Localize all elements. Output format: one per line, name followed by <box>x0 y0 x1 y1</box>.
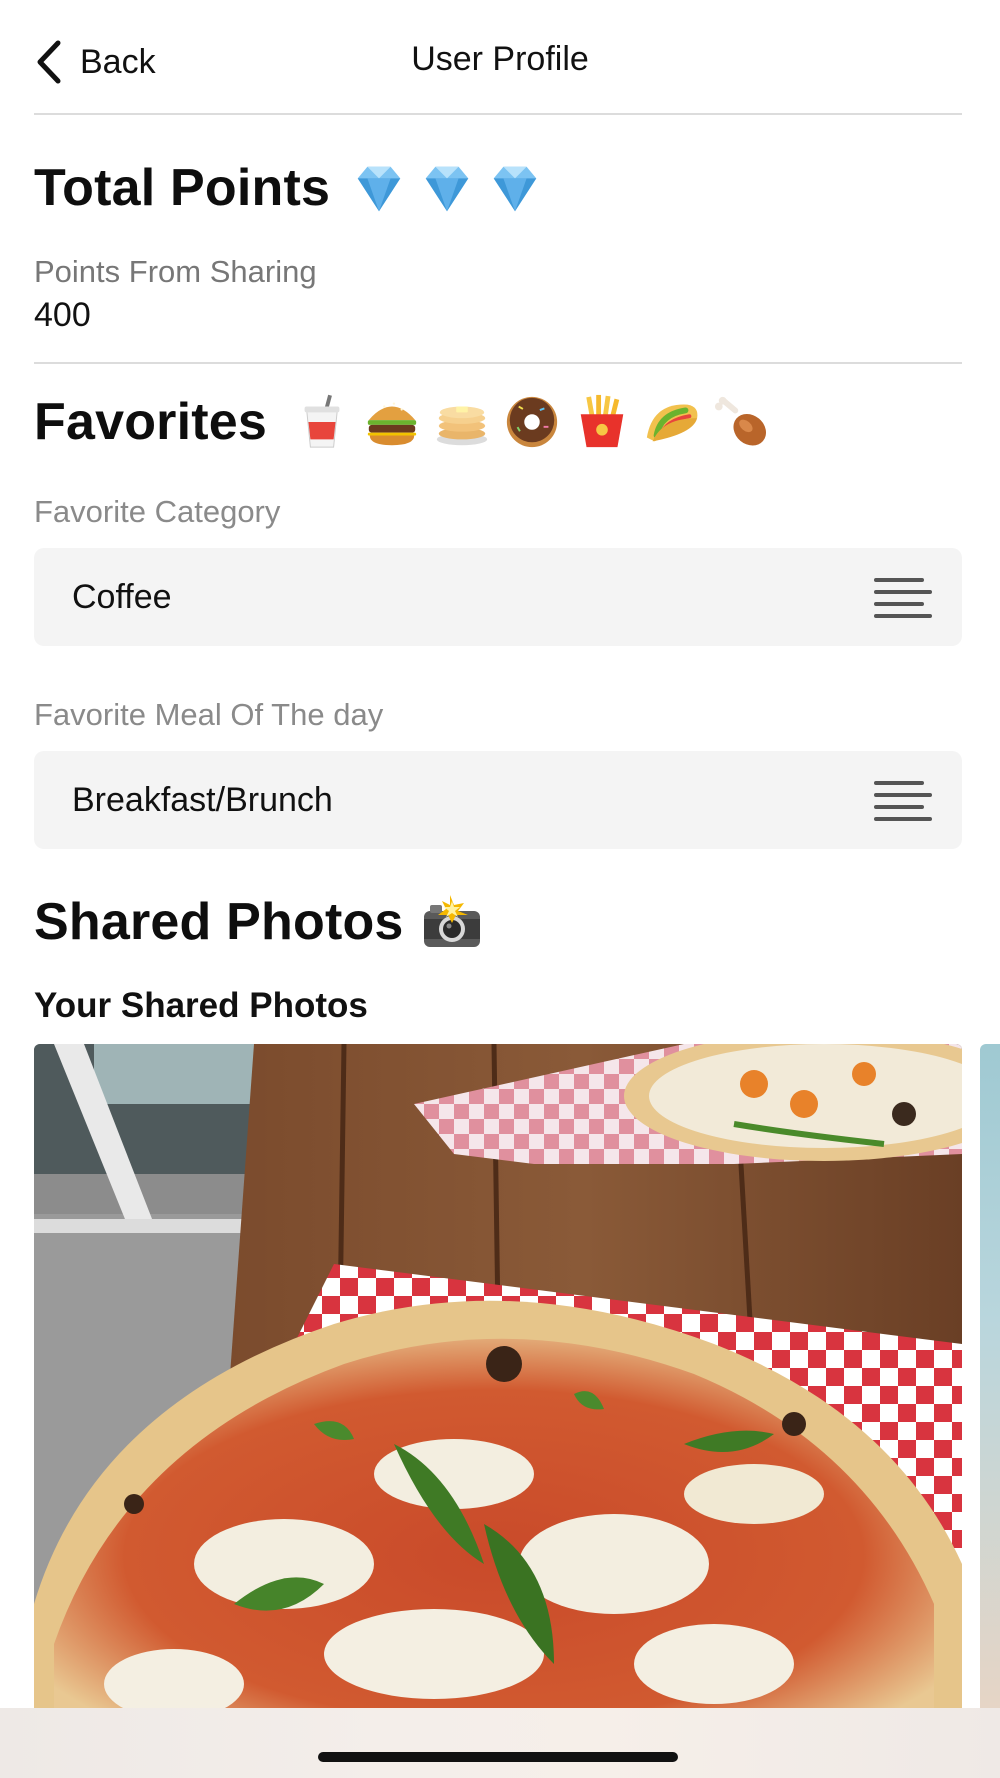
shared-photo-pizza[interactable] <box>34 1044 962 1734</box>
gem-icon <box>425 166 469 212</box>
taco-icon <box>646 404 698 442</box>
navigation-bar: Back User Profile <box>0 0 1000 116</box>
gem-icon <box>493 166 537 212</box>
home-indicator-area <box>0 1708 1000 1778</box>
favorite-meal-value: Breakfast/Brunch <box>72 781 333 819</box>
nav-divider <box>34 113 962 115</box>
total-points-title: Total Points <box>34 159 331 217</box>
favorite-category-value: Coffee <box>72 578 172 616</box>
gem-icon <box>357 166 401 212</box>
points-divider <box>34 362 962 364</box>
total-points-heading: Total Points <box>34 158 544 218</box>
camera-flash-icon <box>423 895 480 947</box>
menu-lines-icon <box>874 578 932 624</box>
chicken-leg-icon <box>714 396 767 446</box>
your-shared-photos-title: Your Shared Photos <box>34 986 368 1025</box>
pancakes-icon <box>436 406 488 446</box>
fries-icon <box>580 394 624 448</box>
menu-lines-icon <box>874 781 932 827</box>
points-from-sharing-label: Points From Sharing <box>34 254 317 289</box>
shared-photo-next[interactable] <box>980 1044 1000 1734</box>
shared-photos-heading: Shared Photos <box>34 892 484 952</box>
shared-photos-title: Shared Photos <box>34 893 404 951</box>
favorite-meal-label: Favorite Meal Of The day <box>34 697 384 732</box>
favorites-heading: Favorites <box>34 392 771 452</box>
pizza-photo-image <box>34 1044 962 1734</box>
favorite-category-select[interactable]: Coffee <box>34 548 962 646</box>
donut-icon <box>506 396 558 448</box>
hamburger-icon <box>367 402 417 446</box>
page-title: User Profile <box>411 40 589 78</box>
favorite-meal-select[interactable]: Breakfast/Brunch <box>34 751 962 849</box>
points-from-sharing-value: 400 <box>34 296 91 334</box>
favorite-category-label: Favorite Category <box>34 494 281 529</box>
favorites-title: Favorites <box>34 393 268 451</box>
soda-cup-icon <box>304 394 340 448</box>
home-indicator[interactable] <box>318 1752 678 1762</box>
